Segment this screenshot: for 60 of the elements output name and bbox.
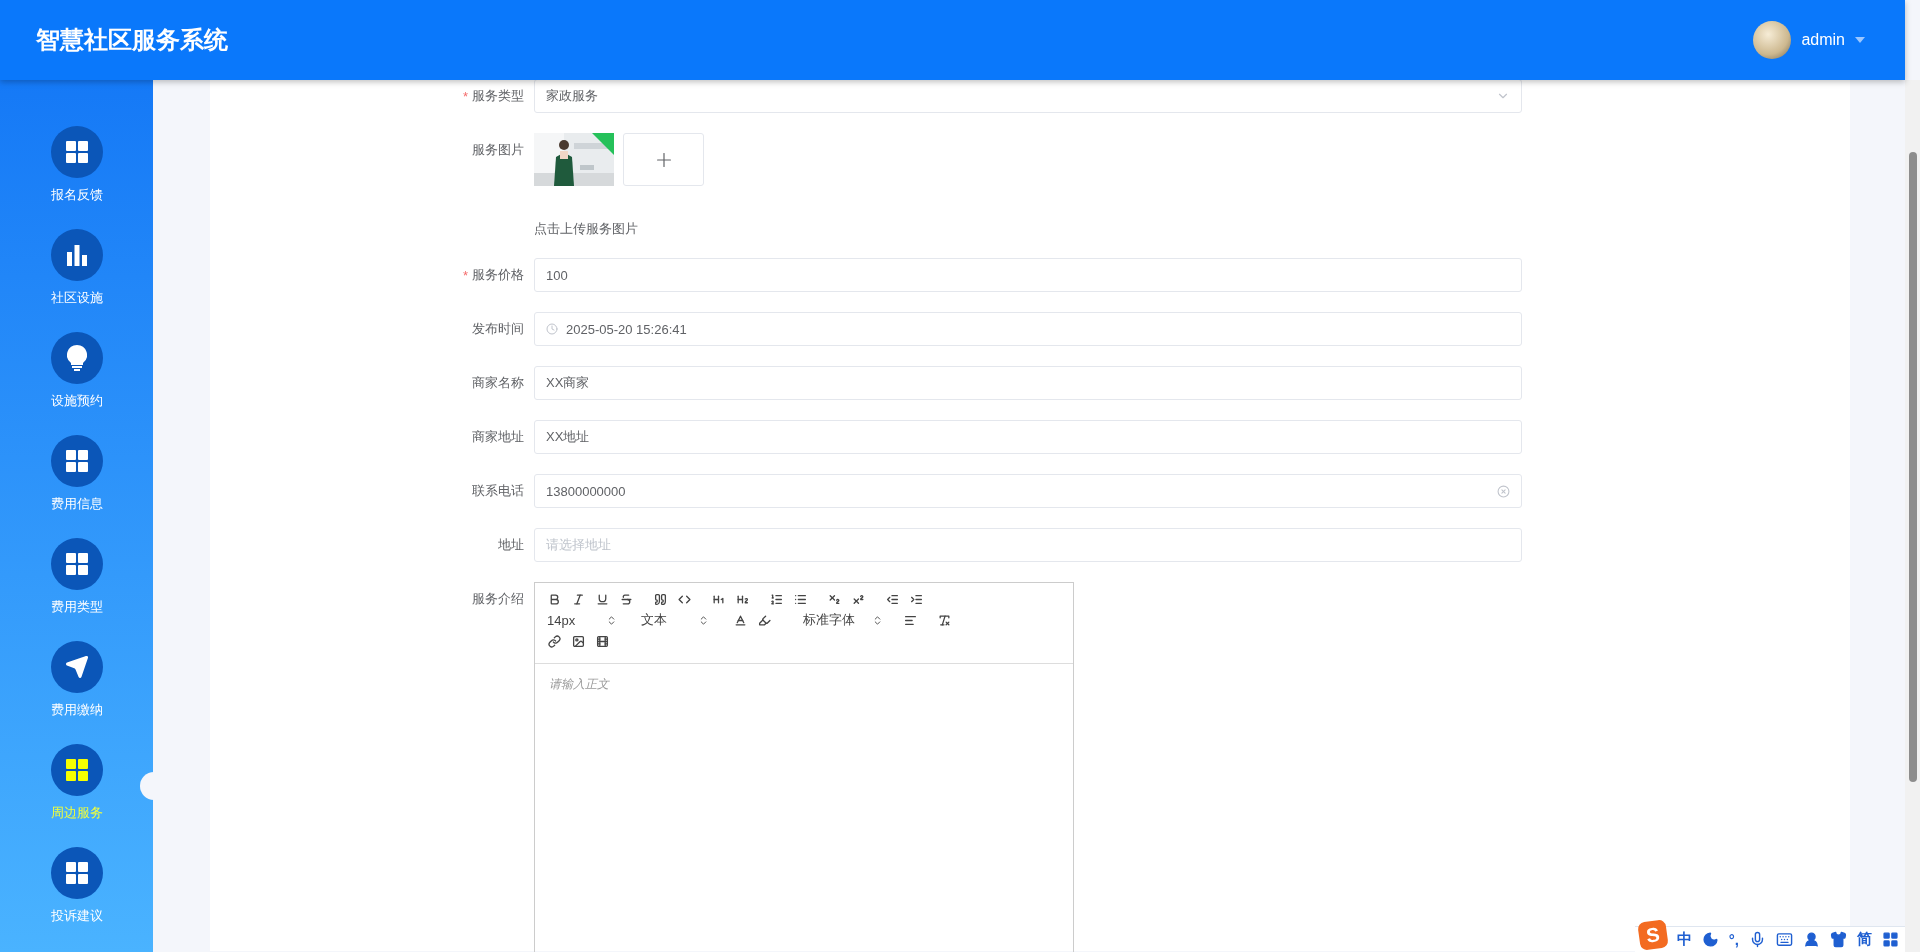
input-field[interactable]: 100 <box>534 258 1522 292</box>
input-field[interactable]: 13800000000 <box>534 474 1522 508</box>
script-toggle[interactable]: 简 <box>1857 930 1872 949</box>
avatar[interactable] <box>1753 21 1792 59</box>
grid-icon <box>65 862 88 884</box>
required-mark: * <box>462 267 468 283</box>
select-field[interactable]: 家政服务 <box>534 80 1522 113</box>
input-field[interactable]: XX地址 <box>534 420 1522 454</box>
format-select[interactable]: 文本 <box>641 611 709 629</box>
format-select[interactable]: 14px <box>547 612 617 628</box>
app-title: 智慧社区服务系统 <box>36 25 228 55</box>
user-icon[interactable] <box>1803 931 1820 948</box>
grid-icon <box>65 141 88 163</box>
image-button[interactable] <box>571 633 585 649</box>
video-button[interactable] <box>595 633 609 649</box>
field-label: 发布时间 <box>472 320 524 338</box>
grid-icon <box>65 450 88 472</box>
quote-button[interactable] <box>653 591 667 607</box>
field-label: 联系电话 <box>472 482 524 500</box>
lightbulb-icon <box>66 345 87 371</box>
grid-icon <box>65 553 88 575</box>
font-color-button[interactable] <box>733 612 747 628</box>
upload-hint: 点击上传服务图片 <box>534 220 639 238</box>
sidebar-item[interactable]: 社区设施 <box>0 229 153 307</box>
format-select[interactable]: 标准字体 <box>803 611 883 629</box>
user-name[interactable]: admin <box>1801 31 1845 49</box>
datetime-field[interactable]: 2025-05-20 15:26:41 <box>534 312 1522 346</box>
up-down-arrows-icon <box>698 614 709 626</box>
paper-plane-icon <box>64 655 89 679</box>
grid-icon <box>65 759 88 781</box>
highlight-button[interactable] <box>757 612 771 628</box>
field-label: 地址 <box>498 536 524 554</box>
field-label: 服务介绍 <box>472 590 524 608</box>
editor-placeholder: 请输入正文 <box>548 676 611 693</box>
active-indicator <box>140 772 154 800</box>
punctuation-toggle[interactable]: °, <box>1728 931 1739 948</box>
moon-icon[interactable] <box>1701 931 1719 948</box>
up-down-arrows-icon <box>606 614 617 626</box>
required-mark: * <box>462 88 468 104</box>
clock-icon <box>546 323 558 335</box>
rich-text-editor[interactable]: 14px 文本 标准字体 请输入正文 <box>534 582 1074 952</box>
shirt-icon[interactable] <box>1830 931 1847 948</box>
input-mode-toggle[interactable]: 中 <box>1676 930 1692 949</box>
link-button[interactable] <box>547 633 561 649</box>
bar-chart-icon <box>65 244 88 266</box>
input-field[interactable]: XX商家 <box>534 366 1522 400</box>
sidebar-item[interactable]: 报名反馈 <box>0 126 153 204</box>
field-label: 商家地址 <box>472 428 524 446</box>
scrollbar[interactable] <box>1905 80 1920 952</box>
field-label: 服务价格 <box>472 266 524 284</box>
scroll-thumb[interactable] <box>1909 152 1917 782</box>
field-label: 商家名称 <box>472 374 524 392</box>
grid-icon[interactable] <box>1882 931 1899 948</box>
sidebar-item[interactable]: 设施预约 <box>0 332 153 410</box>
field-label: 服务类型 <box>472 87 524 105</box>
up-down-arrows-icon <box>872 614 883 626</box>
sidebar-item[interactable]: 费用信息 <box>0 435 153 513</box>
keyboard-icon[interactable] <box>1776 931 1793 948</box>
field-label: 服务图片 <box>472 141 524 159</box>
microphone-icon[interactable] <box>1749 931 1766 948</box>
